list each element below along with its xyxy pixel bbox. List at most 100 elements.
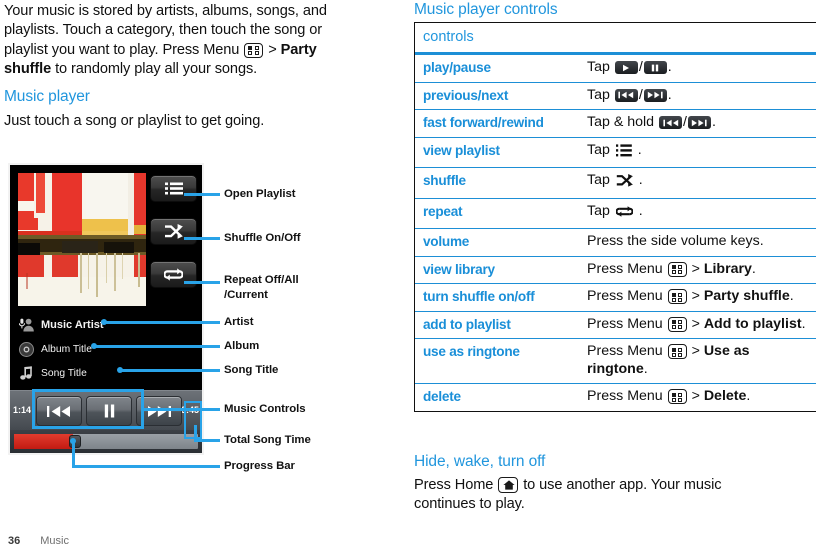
music-player-controls-heading: Music player controls — [414, 1, 558, 18]
elapsed-time: 1:14 — [13, 405, 32, 415]
progress-bar-area — [10, 430, 202, 453]
table-header-row: controls — [415, 23, 816, 55]
shuffle-button[interactable] — [150, 218, 197, 245]
repeat-icon — [164, 268, 183, 281]
pause-icon — [643, 61, 667, 74]
music-player-heading: Music player — [4, 88, 90, 105]
action-fast-forward-rewind: Tap & hold /. — [579, 109, 816, 137]
control-previous-next: previous/next — [415, 81, 579, 110]
table-row: use as ringtone Press Menu > Use as ring… — [415, 338, 816, 384]
control-use-as-ringtone: use as ringtone — [415, 338, 579, 384]
intro-text-part3: to randomly play all your songs. — [51, 61, 258, 78]
open-playlist-button[interactable] — [150, 175, 197, 202]
shuffle-icon — [616, 174, 633, 193]
table-header-controls: controls — [415, 23, 816, 55]
album-name: Album Title — [41, 343, 92, 355]
callout-music-controls: Music Controls — [224, 403, 306, 415]
action-previous-next: Tap /. — [579, 81, 816, 110]
callout-repeat-2: /Current — [224, 289, 268, 301]
playlist-icon — [164, 182, 183, 195]
song-name: Song Title — [41, 367, 87, 379]
progress-fill — [14, 434, 73, 449]
callout-song-title: Song Title — [224, 364, 279, 376]
table-row: shuffle Tap . — [415, 167, 816, 198]
callout-album: Album — [224, 340, 260, 352]
play-icon — [614, 61, 638, 74]
intro-text-part2: > — [264, 41, 281, 58]
controls-table: controls play/pause Tap /. previous/next… — [414, 22, 816, 412]
table-row: view library Press Menu > Library. — [415, 255, 816, 284]
table-row: volume Press the side volume keys. — [415, 228, 816, 256]
table-row: fast forward/rewind Tap & hold /. — [415, 109, 816, 137]
playlist-icon — [615, 143, 632, 163]
action-add-to-playlist: Press Menu > Add to playlist. — [579, 310, 816, 339]
table-row: play/pause Tap /. — [415, 53, 816, 82]
album-disc-icon — [18, 341, 35, 358]
artist-row: Music Artist — [18, 314, 198, 336]
menu-key-icon — [667, 344, 687, 359]
callout-open-playlist: Open Playlist — [224, 188, 296, 200]
action-turn-shuffle-on-off: Press Menu > Party shuffle. — [579, 283, 816, 311]
table-row: turn shuffle on/off Press Menu > Party s… — [415, 283, 816, 311]
song-row: Song Title — [18, 362, 198, 384]
leader-total-time — [194, 439, 220, 442]
right-column: Music player controls controls play/paus… — [414, 0, 816, 557]
home-key-icon — [498, 477, 519, 493]
control-add-to-playlist: add to playlist — [415, 310, 579, 339]
artist-name: Music Artist — [41, 319, 104, 331]
menu-key-icon — [667, 316, 687, 332]
music-note-icon — [18, 365, 35, 382]
page-footer: 36 Music — [8, 535, 69, 547]
shuffle-icon — [165, 224, 183, 239]
control-shuffle: shuffle — [415, 167, 579, 198]
leader-artist — [104, 321, 220, 324]
previous-icon — [659, 116, 682, 129]
leader-music-controls — [144, 408, 220, 411]
intro-paragraph: Your music is stored by artists, albums,… — [4, 2, 352, 80]
next-icon — [148, 405, 171, 417]
repeat-icon — [615, 205, 634, 224]
leader-song — [120, 369, 220, 372]
music-controls-highlight — [32, 389, 144, 429]
callout-total-time: Total Song Time — [224, 434, 311, 446]
leader-dot-artist — [101, 319, 107, 325]
action-view-playlist: Tap . — [579, 136, 816, 168]
leader-total-time-vert — [194, 425, 197, 441]
album-row: Album Title — [18, 338, 198, 360]
total-time-highlight — [184, 401, 202, 439]
leader-shuffle — [184, 237, 220, 240]
leader-dot-progress — [70, 438, 76, 444]
music-player-figure: Music Artist Album Title Song Title 1:14… — [8, 163, 394, 488]
action-use-as-ringtone: Press Menu > Use as ringtone. — [579, 338, 816, 384]
callout-progress-bar: Progress Bar — [224, 460, 295, 472]
menu-key-icon — [667, 289, 687, 304]
action-delete: Press Menu > Delete. — [579, 383, 816, 411]
table-row: repeat Tap . — [415, 197, 816, 229]
control-delete: delete — [415, 383, 579, 411]
leader-open-playlist — [184, 193, 220, 196]
control-fast-forward-rewind: fast forward/rewind — [415, 109, 579, 137]
hide-wake-text: Press Home to use another app. Your musi… — [414, 477, 722, 513]
menu-key-icon — [244, 42, 264, 58]
table-row: add to playlist Press Menu > Add to play… — [415, 310, 816, 339]
left-column: Your music is stored by artists, albums,… — [4, 0, 394, 557]
table-row: delete Press Menu > Delete. — [415, 383, 816, 411]
callout-repeat: Repeat Off/All — [224, 274, 299, 286]
control-volume: volume — [415, 228, 579, 256]
leader-album — [94, 345, 220, 348]
artist-icon — [18, 317, 35, 334]
manual-page: Your music is stored by artists, albums,… — [0, 0, 816, 557]
menu-key-icon — [667, 261, 687, 277]
hide-wake-heading: Hide, wake, turn off — [414, 453, 546, 470]
table-row: view playlist Tap . — [415, 136, 816, 168]
next-icon — [687, 116, 711, 129]
action-play-pause: Tap /. — [579, 53, 816, 82]
action-repeat: Tap . — [579, 197, 816, 229]
progress-track[interactable] — [14, 434, 198, 449]
action-shuffle: Tap . — [579, 167, 816, 198]
table-row: previous/next Tap /. — [415, 81, 816, 110]
leader-progress-vert — [72, 441, 75, 465]
album-art — [18, 173, 146, 306]
leader-dot-song — [117, 367, 123, 373]
callout-artist: Artist — [224, 316, 254, 328]
